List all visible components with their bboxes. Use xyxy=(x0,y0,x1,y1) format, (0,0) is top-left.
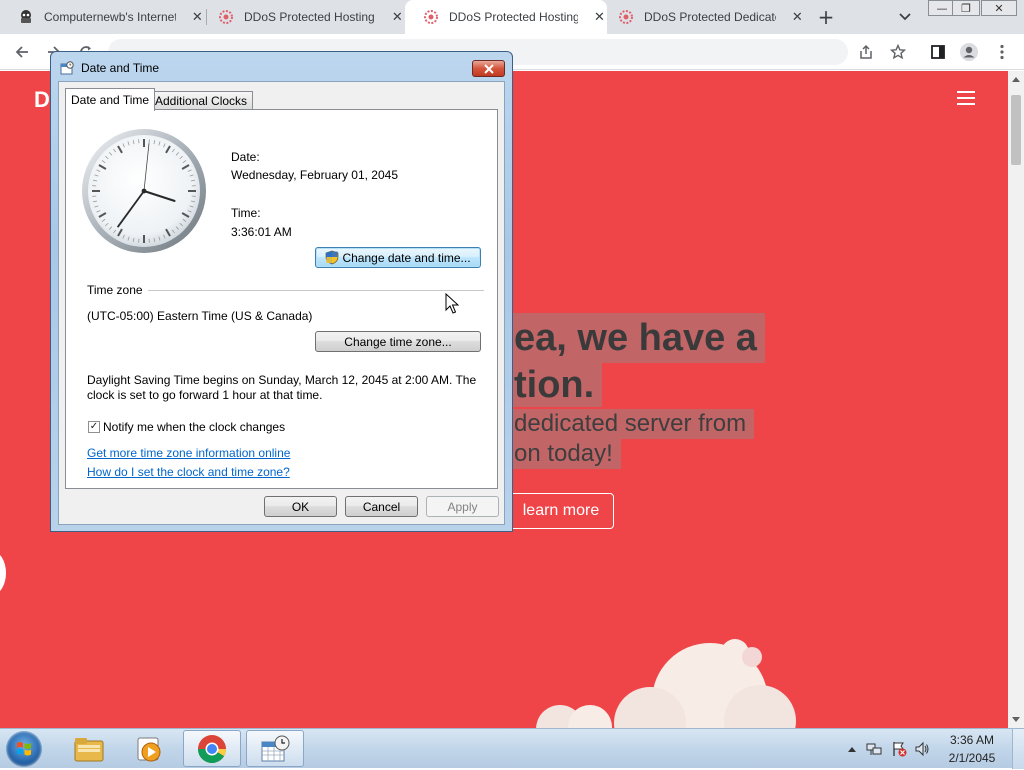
dst-notice-line-1: Daylight Saving Time begins on Sunday, M… xyxy=(87,373,476,387)
date-and-time-panel: Date: Wednesday, February 01, 2045 Time:… xyxy=(65,109,498,489)
date-and-time-dialog: Date and Time Date and Time Additional C… xyxy=(50,51,513,532)
tab-ddos-hosting-2[interactable]: DDoS Protected Hosting ✕ xyxy=(405,0,607,34)
notify-label[interactable]: Notify me when the clock changes xyxy=(103,420,285,434)
windows-logo-icon xyxy=(6,731,42,767)
computernewb-favicon-icon xyxy=(18,9,34,25)
time-zone-heading: Time zone xyxy=(87,283,143,297)
windows-taskbar: 3:36 AM 2/1/2045 xyxy=(0,728,1024,768)
profile-icon[interactable] xyxy=(959,42,979,62)
explorer-folder-icon xyxy=(73,735,105,763)
change-date-and-time-button[interactable]: Change date and time... xyxy=(315,247,481,268)
tab-close-icon[interactable]: ✕ xyxy=(790,9,805,25)
ddos-favicon-icon xyxy=(218,9,234,25)
close-icon xyxy=(483,64,495,74)
restore-button[interactable]: ❐ xyxy=(952,0,980,16)
site-brand[interactable]: D xyxy=(34,87,50,113)
uac-shield-icon xyxy=(325,250,339,265)
tab-title: DDoS Protected Hosting xyxy=(244,10,376,24)
hamburger-menu-icon[interactable] xyxy=(957,91,975,105)
show-hidden-icons-chevron[interactable] xyxy=(844,741,860,757)
how-to-set-clock-link[interactable]: How do I set the clock and time zone? xyxy=(87,465,290,479)
scroll-down-arrow-icon[interactable] xyxy=(1012,717,1020,722)
cloud-illustration xyxy=(520,631,820,728)
date-time-dialog-icon xyxy=(60,61,74,75)
tab-close-icon[interactable]: ✕ xyxy=(390,9,405,25)
tab-title: Computernewb's Internet xyxy=(44,10,176,24)
page-scrollbar[interactable] xyxy=(1008,71,1024,728)
tab-ddos-dedicated[interactable]: DDoS Protected Dedicate ✕ xyxy=(600,0,805,34)
apply-button[interactable]: Apply xyxy=(426,496,499,517)
browser-tab-strip: Computernewb's Internet ✕ DDoS Protected… xyxy=(0,0,1024,34)
tab-ddos-hosting-1[interactable]: DDoS Protected Hosting ✕ xyxy=(200,0,405,34)
mouse-cursor-icon xyxy=(445,293,459,315)
change-time-zone-button[interactable]: Change time zone... xyxy=(315,331,481,352)
hero-headline-line-2: tion. xyxy=(506,363,602,407)
tab-computernewb[interactable]: Computernewb's Internet ✕ xyxy=(0,0,205,34)
more-time-zone-info-link[interactable]: Get more time zone information online xyxy=(87,446,290,460)
hero-headline-line-1: ea, we have a xyxy=(506,313,765,363)
analog-clock xyxy=(80,127,208,255)
action-center-flag-icon[interactable] xyxy=(891,741,907,757)
dialog-title: Date and Time xyxy=(81,61,159,75)
taskbar-explorer[interactable] xyxy=(60,730,118,767)
dialog-body: Date and Time Additional Clocks xyxy=(58,81,505,525)
ddos-favicon-icon xyxy=(618,9,634,25)
tab-additional-clocks[interactable]: Additional Clocks xyxy=(149,91,253,110)
back-icon[interactable] xyxy=(12,42,32,62)
side-panel-icon[interactable] xyxy=(928,42,948,62)
time-label: Time: xyxy=(231,206,261,220)
tab-title: DDoS Protected Dedicate xyxy=(644,10,776,24)
date-time-control-panel-icon xyxy=(259,734,291,764)
hero-subtitle-line-2: on today! xyxy=(506,439,621,469)
scrollbar-thumb[interactable] xyxy=(1011,95,1021,165)
tab-date-and-time[interactable]: Date and Time xyxy=(65,88,155,111)
network-icon[interactable] xyxy=(866,741,882,757)
time-zone-value: (UTC-05:00) Eastern Time (US & Canada) xyxy=(87,309,312,323)
taskbar-chrome[interactable] xyxy=(183,730,241,767)
decorative-bubble xyxy=(0,551,6,595)
tab-title: DDoS Protected Hosting xyxy=(449,10,578,24)
dst-notice-line-2: clock is set to go forward 1 hour at tha… xyxy=(87,388,322,402)
ok-button[interactable]: OK xyxy=(264,496,337,517)
cancel-button[interactable]: Cancel xyxy=(345,496,418,517)
taskbar-date-time-control-panel[interactable] xyxy=(246,730,304,767)
show-desktop-button[interactable] xyxy=(1012,729,1024,769)
scroll-up-arrow-icon[interactable] xyxy=(1012,77,1020,82)
dialog-close-button[interactable] xyxy=(472,60,505,77)
taskbar-clock-date[interactable]: 2/1/2045 xyxy=(935,751,1009,765)
ddos-favicon-icon xyxy=(423,9,439,25)
time-value: 3:36:01 AM xyxy=(231,225,292,239)
time-zone-divider xyxy=(148,290,484,291)
date-value: Wednesday, February 01, 2045 xyxy=(231,168,398,182)
menu-icon[interactable] xyxy=(992,42,1012,62)
new-tab-button[interactable]: + xyxy=(815,6,837,28)
share-icon[interactable] xyxy=(856,42,876,62)
window-close-button[interactable]: ✕ xyxy=(981,0,1017,16)
bookmark-star-icon[interactable] xyxy=(888,42,908,62)
hero-subtitle-line-1: dedicated server from xyxy=(506,409,754,439)
learn-more-button[interactable]: learn more xyxy=(508,493,614,529)
notify-checkbox[interactable]: ✓ xyxy=(88,421,100,433)
chrome-icon xyxy=(197,734,227,764)
taskbar-clock-time[interactable]: 3:36 AM xyxy=(935,733,1009,747)
start-button[interactable] xyxy=(6,731,42,767)
taskbar-media-player[interactable] xyxy=(120,730,178,767)
change-date-and-time-label: Change date and time... xyxy=(342,251,470,265)
media-player-icon xyxy=(134,735,164,763)
volume-icon[interactable] xyxy=(914,741,930,757)
tab-search-chevron-icon[interactable] xyxy=(896,8,914,26)
date-label: Date: xyxy=(231,150,260,164)
